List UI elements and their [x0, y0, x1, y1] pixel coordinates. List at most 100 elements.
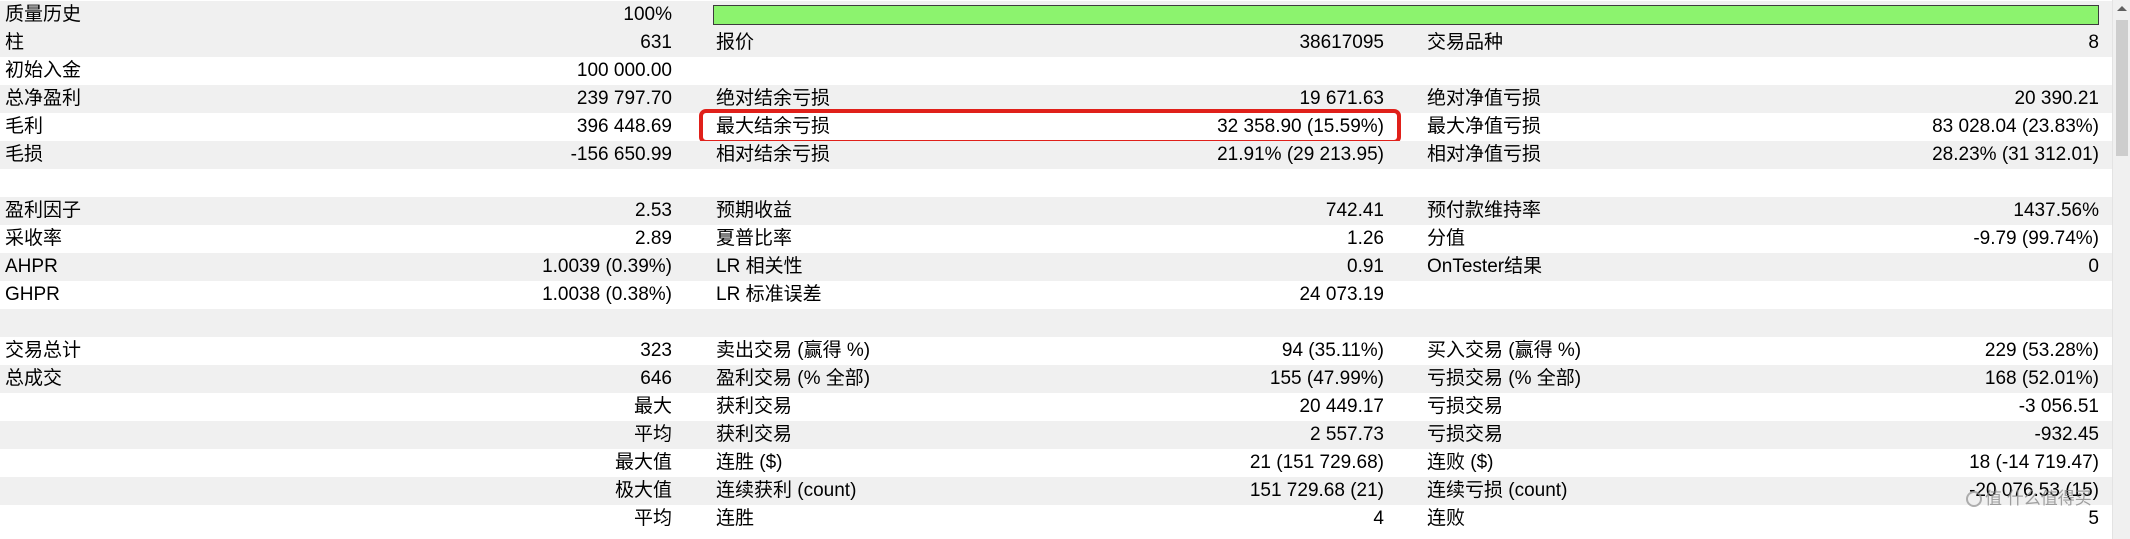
stat-label: 采收率: [5, 228, 63, 249]
stat-label: 绝对净值亏损: [1427, 88, 1542, 109]
report-row: 初始入金 100 000.00: [0, 57, 2112, 85]
stat-value: 94 (35.11%): [1281, 340, 1384, 361]
stat-value: 229 (53.28%): [1984, 340, 2099, 361]
stat-value: 19 671.63: [1299, 88, 1384, 109]
stat-value: 100 000.00: [576, 60, 672, 81]
stat-label: 最大净值亏损: [1427, 116, 1542, 137]
stat-value: 20 390.21: [2014, 88, 2099, 109]
report-row: 平均 获利交易 2 557.73 亏损交易 -932.45: [0, 421, 2112, 449]
stat-value: 151 729.68 (21): [1249, 480, 1384, 501]
stat-value: 1437.56%: [2013, 200, 2099, 221]
history-quality-bar: [713, 5, 2099, 25]
stat-label: 交易品种: [1427, 32, 1504, 53]
stat-label: 亏损交易: [1427, 396, 1504, 417]
stat-value: 28.23% (31 312.01): [1932, 144, 2099, 165]
stat-value: 2 557.73: [1310, 424, 1384, 445]
stat-value: 21 (151 729.68): [1249, 452, 1384, 473]
tester-report-table: 质量历史 100% 柱 631 报价 38617095 交易品种 8 初始入金 100 000.0…: [0, 0, 2112, 539]
stat-value: 极大值: [614, 480, 672, 501]
stat-label: 总成交: [5, 368, 63, 389]
watermark: 值 什么值得买: [1966, 487, 2092, 511]
stat-label: 柱: [5, 32, 25, 53]
stat-label: 交易总计: [5, 340, 82, 361]
scrollbar-thumb[interactable]: [2116, 20, 2128, 156]
report-row: AHPR 1.0039 (0.39%) LR 相关性 0.91 OnTester结果 0: [0, 253, 2112, 281]
stat-label: 夏普比率: [716, 228, 793, 249]
report-row: 采收率 2.89 夏普比率 1.26 分值 -9.79 (99.74%): [0, 225, 2112, 253]
vertical-scrollbar[interactable]: [2112, 0, 2130, 539]
stat-label: 连胜: [716, 508, 755, 529]
stat-value: 最大值: [614, 452, 672, 473]
stat-value: 323: [640, 340, 672, 361]
stat-value: 2.53: [635, 200, 672, 221]
stat-label: 报价: [716, 32, 755, 53]
stat-value: 646: [640, 368, 672, 389]
stat-value: 平均: [633, 508, 672, 529]
stat-label: 盈利交易 (% 全部): [716, 368, 871, 389]
stat-label: 连败: [1427, 508, 1466, 529]
report-row: 总净盈利 239 797.70 绝对结余亏损 19 671.63 绝对净值亏损 20 39…: [0, 85, 2112, 113]
stat-value: 20 449.17: [1299, 396, 1384, 417]
report-row: 毛损 -156 650.99 相对结余亏损 21.91% (29 213.95) 相对净…: [0, 141, 2112, 169]
stat-label: GHPR: [5, 284, 60, 305]
stat-label: OnTester结果: [1427, 256, 1543, 277]
scroll-up-arrow-icon[interactable]: [2113, 0, 2130, 18]
stat-value: 最大: [633, 396, 672, 417]
stat-label: 毛损: [5, 144, 44, 165]
stat-label: 分值: [1427, 228, 1466, 249]
report-row: 总成交 646 盈利交易 (% 全部) 155 (47.99%) 亏损交易 (% 全部)…: [0, 365, 2112, 393]
stat-label: 预期收益: [716, 200, 793, 221]
stat-value: 239 797.70: [576, 88, 672, 109]
stat-value: -156 650.99: [570, 144, 672, 165]
stat-value: 4: [1373, 508, 1384, 529]
stat-value: 18 (-14 719.47): [1969, 452, 2099, 473]
stat-label: 毛利: [5, 116, 44, 137]
watermark-text: 值 什么值得买: [1985, 489, 2092, 508]
stat-value: 396 448.69: [576, 116, 672, 137]
stat-value: 742.41: [1325, 200, 1384, 221]
report-row: 毛利 396 448.69 最大结余亏损 32 358.90 (15.59%) 最大净值…: [0, 113, 2112, 141]
stat-label: 亏损交易 (% 全部): [1427, 368, 1582, 389]
stat-label: 连续获利 (count): [716, 480, 857, 501]
stat-value: 1.0038 (0.38%): [542, 284, 672, 305]
stat-label: 卖出交易 (赢得 %): [716, 340, 871, 361]
report-row: 平均 连胜 4 连败 5: [0, 505, 2112, 533]
report-row: [0, 309, 2112, 337]
stat-label: 连续亏损 (count): [1427, 480, 1568, 501]
stat-label: 最大结余亏损: [716, 116, 831, 137]
stat-label: 获利交易: [716, 396, 793, 417]
stat-label: 相对净值亏损: [1427, 144, 1542, 165]
stat-value: 1.26: [1347, 228, 1384, 249]
stat-label: 质量历史: [5, 4, 82, 25]
stat-label: 绝对结余亏损: [716, 88, 831, 109]
stat-label: 亏损交易: [1427, 424, 1504, 445]
stat-value: 2.89: [635, 228, 672, 249]
stat-label: LR 标准误差: [716, 284, 822, 305]
watermark-logo-icon: [1966, 491, 1982, 507]
stat-label: LR 相关性: [716, 256, 803, 277]
stat-value: 8: [2088, 32, 2099, 53]
stat-value: -9.79 (99.74%): [1973, 228, 2099, 249]
stat-value: 24 073.19: [1299, 284, 1384, 305]
report-row: 质量历史 100%: [0, 1, 2112, 29]
stat-value: 631: [640, 32, 672, 53]
stat-label: 初始入金: [5, 60, 82, 81]
report-row: GHPR 1.0038 (0.38%) LR 标准误差 24 073.19: [0, 281, 2112, 309]
stat-label: 获利交易: [716, 424, 793, 445]
stat-value: 83 028.04 (23.83%): [1932, 116, 2099, 137]
stat-value: 155 (47.99%): [1269, 368, 1384, 389]
report-row: [0, 169, 2112, 197]
stat-value: -3 056.51: [2018, 396, 2099, 417]
report-row: 极大值 连续获利 (count) 151 729.68 (21) 连续亏损 (coun…: [0, 477, 2112, 505]
stat-value: 0.91: [1347, 256, 1384, 277]
stat-value: 平均: [633, 424, 672, 445]
report-row: 最大值 连胜 ($) 21 (151 729.68) 连败 ($) 18 (-14 71…: [0, 449, 2112, 477]
stat-value: -932.45: [2034, 424, 2099, 445]
report-row: 柱 631 报价 38617095 交易品种 8: [0, 29, 2112, 57]
stat-value: 1.0039 (0.39%): [542, 256, 672, 277]
stat-value: 168 (52.01%): [1984, 368, 2099, 389]
stat-label: 总净盈利: [5, 88, 82, 109]
stat-label: 买入交易 (赢得 %): [1427, 340, 1582, 361]
stat-label: AHPR: [5, 256, 58, 277]
stat-value: 100%: [623, 4, 672, 25]
